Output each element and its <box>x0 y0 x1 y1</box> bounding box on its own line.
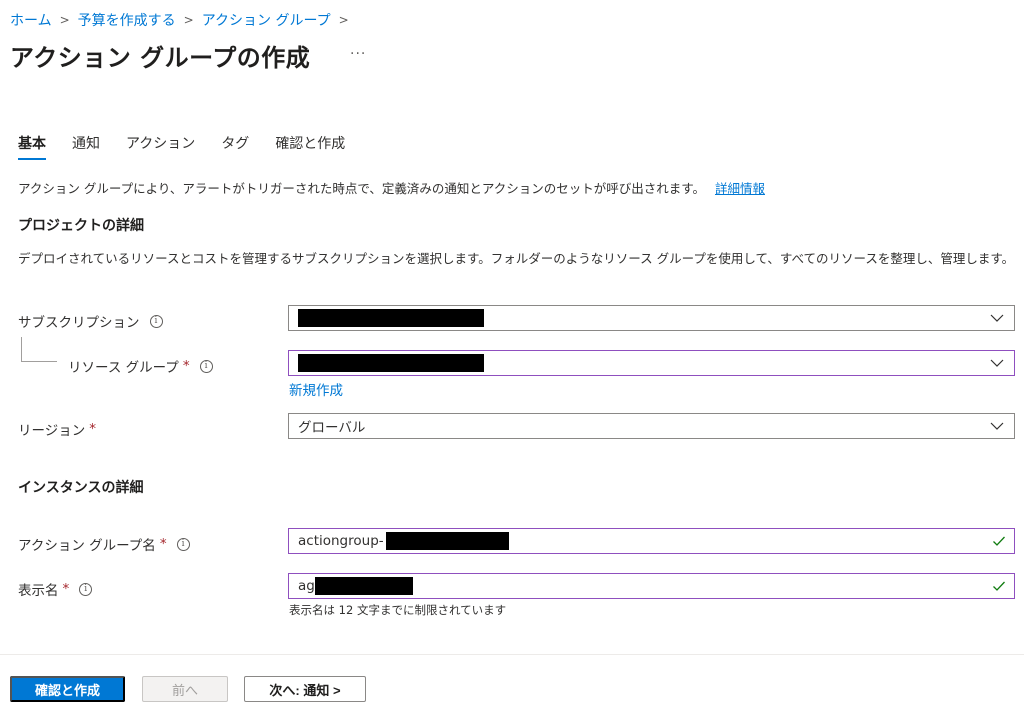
region-label: リージョン * <box>18 419 96 439</box>
tab-notifications[interactable]: 通知 <box>72 133 100 159</box>
action-group-name-value: actiongroup- <box>298 533 384 549</box>
action-group-name-label: アクション グループ名 * i <box>18 534 190 554</box>
redacted-value <box>385 532 509 550</box>
chevron-down-icon <box>990 359 1004 367</box>
region-dropdown[interactable]: グローバル <box>288 413 1015 439</box>
tab-basics[interactable]: 基本 <box>18 133 46 160</box>
info-icon[interactable]: i <box>79 582 93 596</box>
subscription-label-text: サブスクリプション <box>18 315 140 331</box>
project-details-description: デプロイされているリソースとコストを管理するサブスクリプションを選択します。フォ… <box>18 251 1015 266</box>
breadcrumb-action-group[interactable]: アクション グループ <box>202 10 331 30</box>
info-icon[interactable]: i <box>176 537 190 551</box>
tree-connector <box>21 337 57 362</box>
subscription-label: サブスクリプション i <box>18 311 163 331</box>
resource-group-dropdown[interactable] <box>288 350 1015 376</box>
tab-review-create[interactable]: 確認と作成 <box>275 133 345 159</box>
display-name-input[interactable]: ag <box>288 573 1015 599</box>
display-name-hint: 表示名は 12 文字までに制限されています <box>289 603 507 617</box>
required-mark: * <box>89 421 96 437</box>
required-mark: * <box>62 581 70 597</box>
more-icon[interactable]: ··· <box>350 46 366 62</box>
redacted-value <box>298 309 484 327</box>
footer-divider <box>0 654 1024 655</box>
info-icon[interactable]: i <box>199 359 213 373</box>
checkmark-icon <box>993 536 1005 546</box>
intro-description: アクション グループにより、アラートがトリガーされた時点で、定義済みの通知とアク… <box>18 181 705 196</box>
tab-bar: 基本 通知 アクション タグ 確認と作成 <box>18 133 371 160</box>
create-new-link[interactable]: 新規作成 <box>289 379 343 399</box>
chevron-down-icon <box>990 422 1004 430</box>
chevron-down-icon <box>990 314 1004 322</box>
resource-group-label-text: リソース グループ <box>68 360 179 376</box>
resource-group-label: リソース グループ * i <box>68 356 213 376</box>
intro-text: アクション グループにより、アラートがトリガーされた時点で、定義済みの通知とアク… <box>18 178 765 197</box>
action-group-name-input[interactable]: actiongroup- <box>288 528 1015 554</box>
page-title: アクション グループの作成 <box>10 44 311 72</box>
required-mark: * <box>159 536 167 552</box>
review-create-button[interactable]: 確認と作成 <box>10 676 125 702</box>
region-label-text: リージョン <box>18 423 86 439</box>
redacted-value <box>298 354 484 372</box>
chevron-right-icon: > <box>59 13 70 27</box>
chevron-right-icon: > <box>338 13 349 27</box>
action-group-name-label-text: アクション グループ名 <box>18 538 156 554</box>
region-value: グローバル <box>298 420 366 436</box>
info-icon[interactable]: i <box>149 314 163 328</box>
learn-more-link[interactable]: 詳細情報 <box>715 181 765 196</box>
tab-actions[interactable]: アクション <box>126 133 195 159</box>
breadcrumb-create-budget[interactable]: 予算を作成する <box>78 10 176 30</box>
tab-tags[interactable]: タグ <box>221 133 249 159</box>
display-name-value: ag <box>298 578 315 594</box>
redacted-value <box>314 577 413 595</box>
display-name-label-text: 表示名 <box>18 583 59 599</box>
project-details-heading: プロジェクトの詳細 <box>18 218 144 234</box>
chevron-right-icon: > <box>183 13 194 27</box>
instance-details-heading: インスタンスの詳細 <box>18 480 144 496</box>
required-mark: * <box>182 358 190 374</box>
next-notifications-button[interactable]: 次へ: 通知 > <box>244 676 366 702</box>
breadcrumb: ホーム > 予算を作成する > アクション グループ > <box>10 10 357 30</box>
subscription-dropdown[interactable] <box>288 305 1015 331</box>
previous-button[interactable]: 前へ <box>142 676 228 702</box>
display-name-label: 表示名 * i <box>18 579 93 599</box>
breadcrumb-home[interactable]: ホーム <box>10 10 52 30</box>
checkmark-icon <box>993 581 1005 591</box>
